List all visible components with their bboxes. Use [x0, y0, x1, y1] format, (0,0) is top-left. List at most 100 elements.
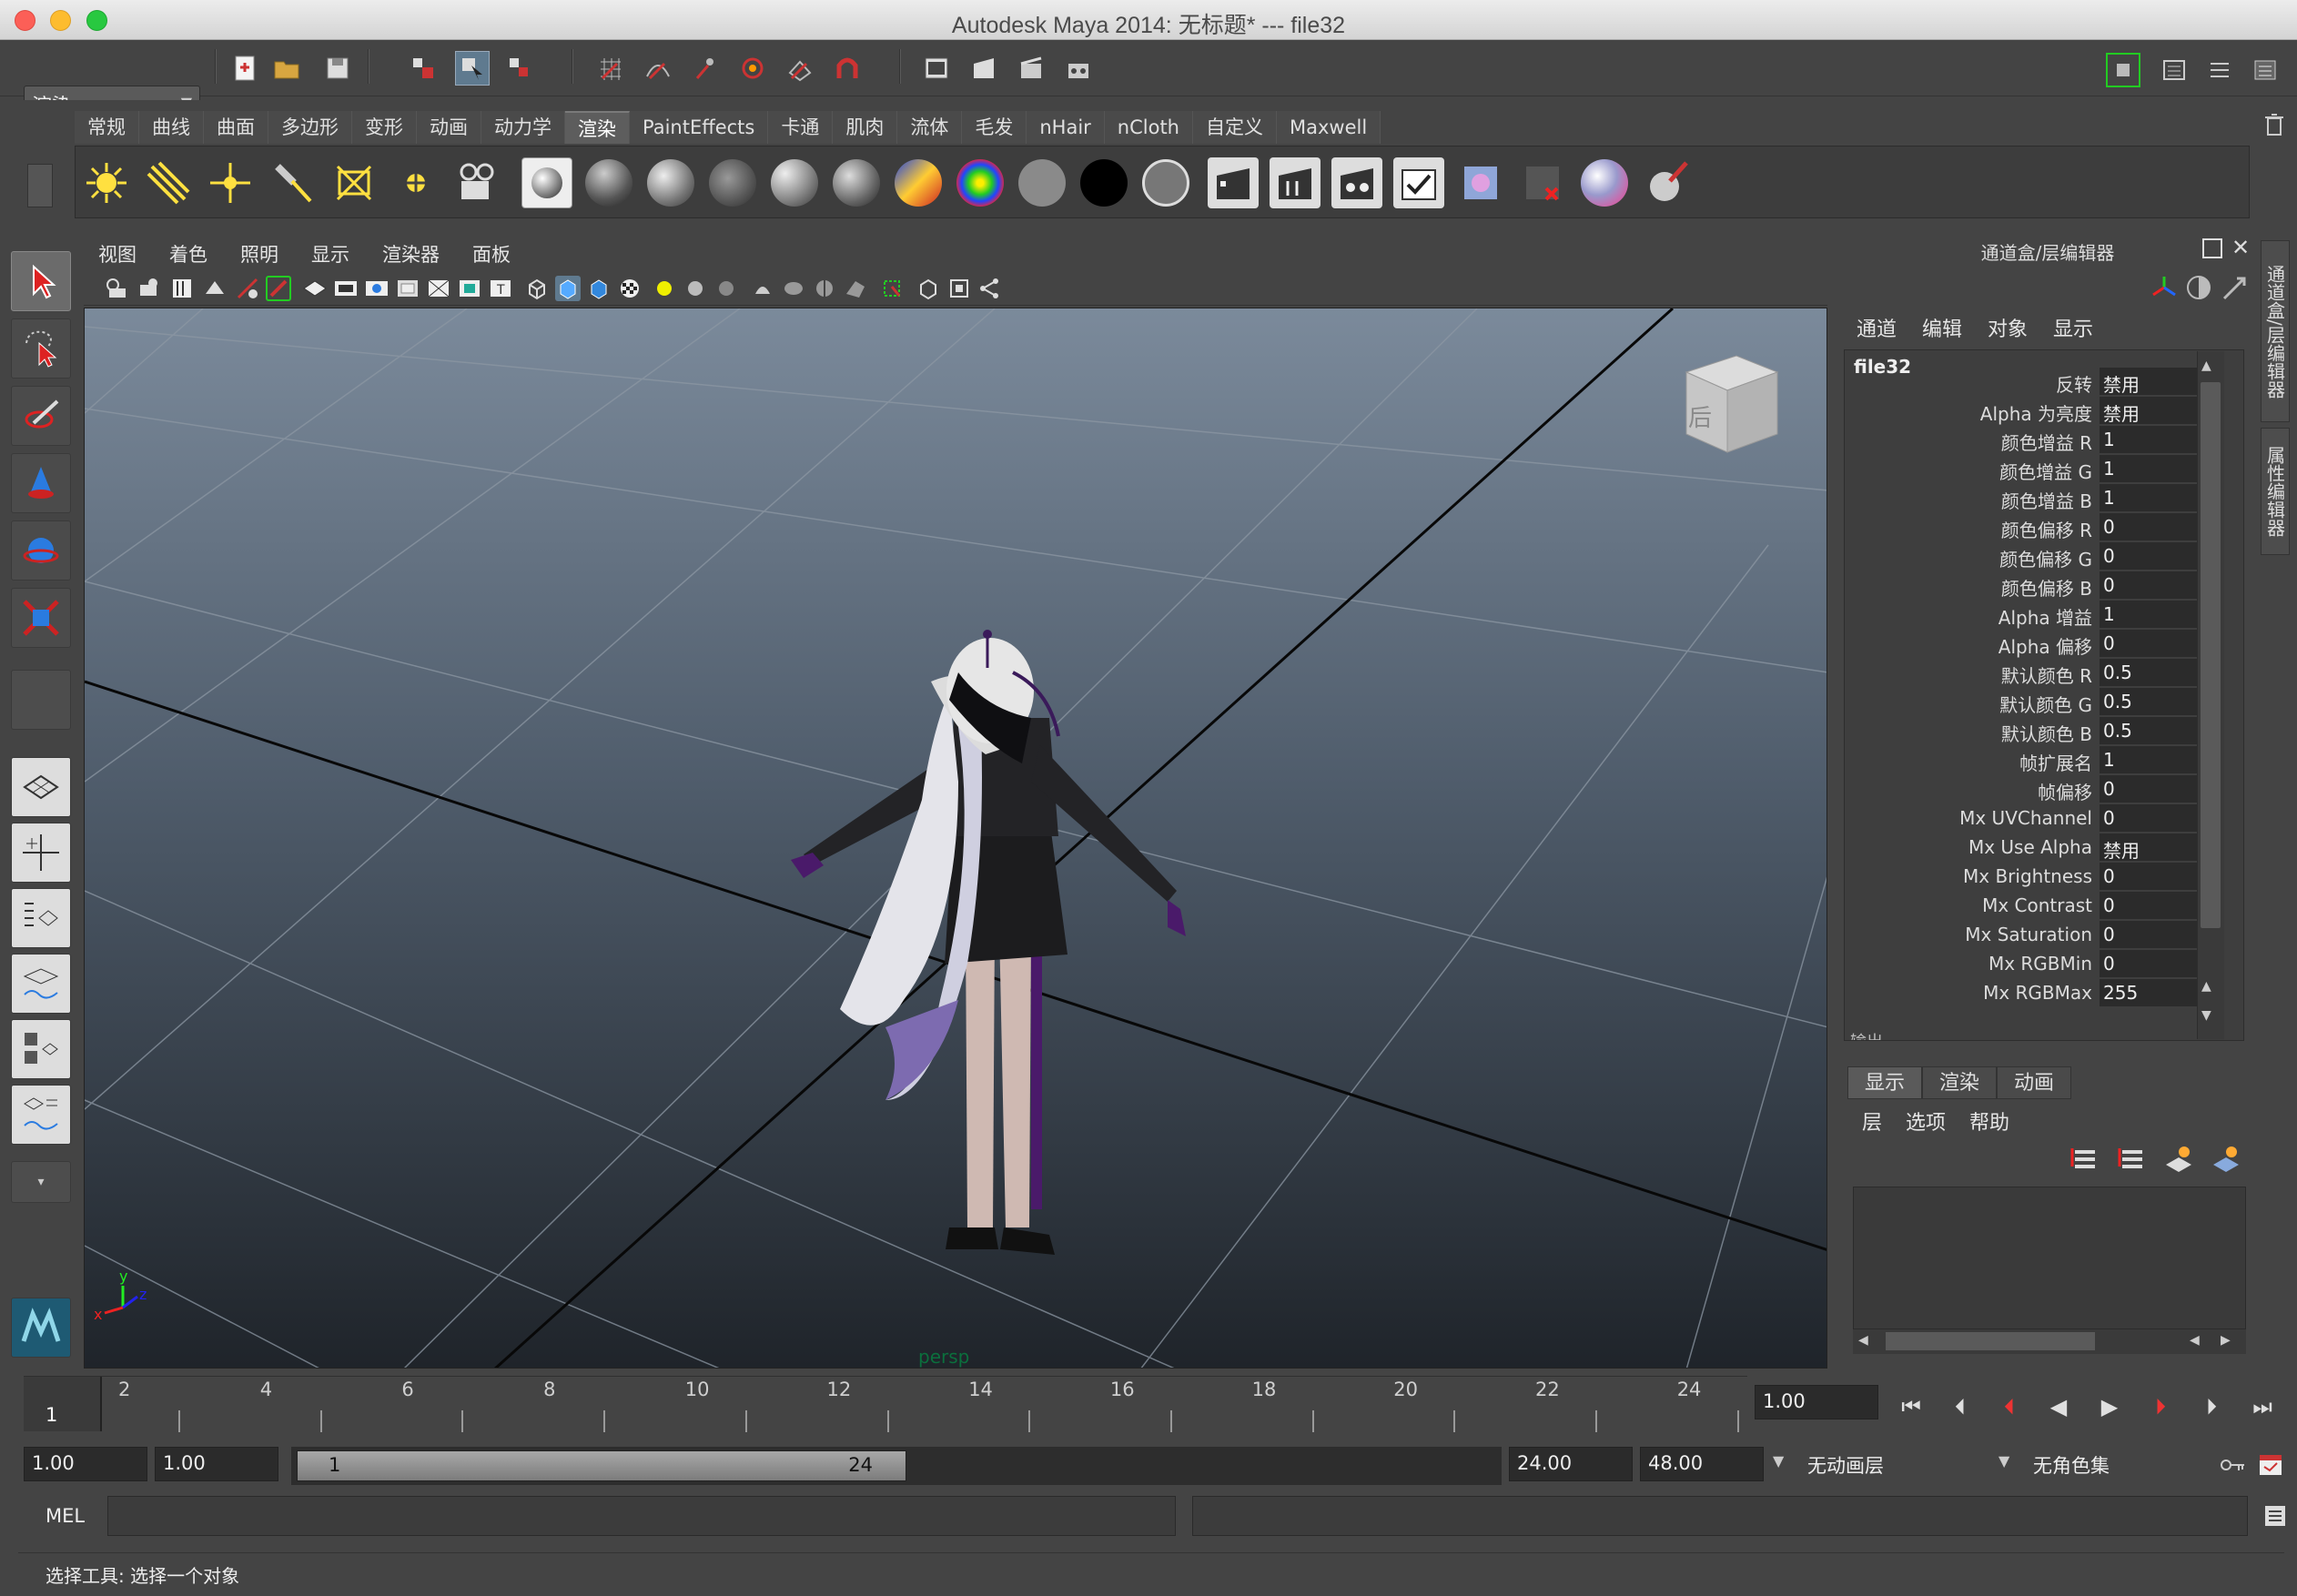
scroll-left-icon[interactable]: ◀ — [2190, 1333, 2200, 1348]
attribute-value-field[interactable]: 0 — [2100, 950, 2212, 977]
bookmarks-icon[interactable] — [169, 276, 195, 301]
render-settings-icon[interactable] — [1061, 51, 1096, 86]
layer-editor-menu-1[interactable]: 选项 — [1906, 1112, 1946, 1135]
delete-unused-nodes-icon[interactable] — [1517, 157, 1568, 208]
manipulator-icon[interactable] — [2150, 273, 2179, 302]
xray-icon[interactable] — [781, 276, 806, 301]
float-panel-icon[interactable] — [2202, 238, 2222, 258]
rotate-tool-icon[interactable] — [11, 520, 71, 581]
shelf-tab-5[interactable]: 动画 — [417, 111, 481, 144]
channel-box-attribute-row[interactable]: Alpha 增益 1 — [1845, 600, 2220, 629]
screen-space-ao-icon[interactable] — [713, 276, 739, 301]
scroll-down-icon[interactable]: ▼ — [2201, 1008, 2211, 1023]
hyperbolic-icon[interactable] — [2221, 273, 2250, 302]
blinn-material-icon[interactable] — [583, 157, 634, 208]
shelf-tab-3[interactable]: 多边形 — [268, 111, 352, 144]
channel-box-attribute-row[interactable]: 默认颜色 B 0.5 — [1845, 716, 2220, 745]
shelf-tab-11[interactable]: 流体 — [897, 111, 963, 144]
shelf-tab-6[interactable]: 动力学 — [481, 111, 565, 144]
open-scene-icon[interactable] — [269, 51, 304, 86]
trash-icon[interactable] — [2262, 111, 2286, 138]
surface-shader-icon[interactable] — [955, 157, 1006, 208]
shading-map-icon[interactable] — [1078, 157, 1129, 208]
gate-mask-icon[interactable] — [395, 276, 420, 301]
layer-editor-menu-2[interactable]: 帮助 — [1969, 1112, 2009, 1135]
move-layer-up-icon[interactable] — [2068, 1143, 2099, 1174]
scale-tool-icon[interactable] — [11, 588, 71, 648]
attribute-value-field[interactable]: 1 — [2100, 484, 2212, 511]
attribute-value-field[interactable]: 1 — [2100, 601, 2212, 628]
character-model[interactable] — [791, 630, 1186, 1255]
animation-start-field[interactable]: 1.00 — [24, 1447, 147, 1481]
attribute-value-field[interactable]: 禁用 — [2100, 833, 2212, 862]
ipr-render-icon[interactable] — [1014, 51, 1048, 86]
channel-box-scroll-thumb[interactable] — [2201, 382, 2221, 928]
paint-select-tool-icon[interactable] — [11, 386, 71, 446]
channel-box-attribute-row[interactable]: 反转 禁用 — [1845, 367, 2220, 396]
channel-box-attribute-row[interactable]: Mx Use Alpha 禁用 — [1845, 833, 2220, 862]
attribute-value-field[interactable]: 0.5 — [2100, 688, 2212, 715]
shelf-tab-14[interactable]: nCloth — [1104, 111, 1193, 144]
step-back-key-icon[interactable]: ⏴ — [1991, 1392, 2028, 1421]
channel-box-attribute-row[interactable]: 默认颜色 G 0.5 — [1845, 687, 2220, 716]
attribute-value-field[interactable]: 禁用 — [2100, 368, 2212, 396]
playback-end-field[interactable]: 24.00 — [1509, 1447, 1633, 1481]
batch-render-icon[interactable] — [1393, 157, 1444, 208]
persp-graph-outliner-layout-icon[interactable] — [11, 1085, 71, 1145]
shelf-tab-13[interactable]: nHair — [1027, 111, 1105, 144]
step-back-frame-icon[interactable]: ⏴ — [1942, 1392, 1978, 1421]
anisotropic-material-icon[interactable] — [831, 157, 882, 208]
channel-box-attribute-row[interactable]: 帧扩展名 1 — [1845, 745, 2220, 774]
channel-box-menu-1[interactable]: 编辑 — [1922, 318, 1962, 341]
attribute-value-field[interactable]: 0.5 — [2100, 717, 2212, 744]
channel-box-attribute-row[interactable]: 颜色增益 R 1 — [1845, 425, 2220, 454]
channel-box-attribute-row[interactable]: 颜色偏移 B 0 — [1845, 571, 2220, 600]
new-scene-icon[interactable] — [228, 51, 262, 86]
last-tool-slot[interactable] — [11, 670, 71, 730]
channel-box-attribute-row[interactable]: 帧偏移 0 — [1845, 774, 2220, 803]
snap-to-view-plane-icon[interactable] — [735, 51, 770, 86]
channel-box-menu-3[interactable]: 显示 — [2053, 318, 2093, 341]
resolution-gate-icon[interactable] — [364, 276, 390, 301]
shelf-tab-16[interactable]: Maxwell — [1277, 111, 1381, 144]
channel-box-attribute-row[interactable]: Mx UVChannel 0 — [1845, 803, 2220, 833]
layered-shader-icon[interactable] — [1140, 157, 1191, 208]
shadows-icon[interactable] — [683, 276, 708, 301]
animation-preferences-icon[interactable] — [2257, 1450, 2284, 1478]
viewport-menu-4[interactable]: 渲染器 — [382, 240, 440, 268]
channel-box-attribute-row[interactable]: 默认颜色 R 0.5 — [1845, 658, 2220, 687]
field-chart-icon[interactable] — [426, 276, 451, 301]
wireframe-icon[interactable] — [524, 276, 550, 301]
channel-box-attribute-row[interactable]: Mx RGBMin 0 — [1845, 949, 2220, 978]
attribute-value-field[interactable]: 禁用 — [2100, 397, 2212, 425]
maxwell-material-icon[interactable] — [1579, 157, 1630, 208]
attribute-editor-toggle-icon[interactable] — [2157, 53, 2191, 87]
attribute-value-field[interactable]: 0.5 — [2100, 659, 2212, 686]
lasso-tool-icon[interactable] — [11, 318, 71, 379]
smooth-shade-icon[interactable] — [555, 276, 581, 301]
channel-box-menu-2[interactable]: 对象 — [1988, 318, 2028, 341]
shelf-tab-4[interactable]: 变形 — [352, 111, 417, 144]
phong-material-icon[interactable] — [707, 157, 758, 208]
select-by-object-icon[interactable] — [455, 51, 490, 86]
safe-action-icon[interactable] — [457, 276, 482, 301]
layer-scroll-thumb[interactable] — [1886, 1332, 2095, 1350]
viewport-menu-1[interactable]: 着色 — [169, 240, 207, 268]
attribute-value-field[interactable]: 1 — [2100, 746, 2212, 773]
scroll-up-icon[interactable]: ▲ — [2201, 359, 2211, 373]
playback-start-field[interactable]: 1.00 — [155, 1447, 278, 1481]
channel-box[interactable]: file32 输出 反转禁用Alpha 为亮度禁用颜色增益 R1颜色增益 G1颜… — [1844, 349, 2244, 1041]
persp-graph-layout-icon[interactable] — [11, 954, 71, 1014]
move-layer-down-icon[interactable] — [2115, 1143, 2146, 1174]
side-tab-attribute-editor[interactable]: 属性编辑器 — [2261, 428, 2290, 555]
modeling-toolkit-icon[interactable] — [2106, 53, 2140, 87]
command-language-label[interactable]: MEL — [46, 1505, 85, 1527]
animation-end-field[interactable]: 48.00 — [1640, 1447, 1764, 1481]
channel-box-scrollbar[interactable]: ▲ ▲ ▼ — [2197, 351, 2224, 1039]
save-scene-icon[interactable] — [320, 51, 355, 86]
hypershade-icon[interactable] — [521, 157, 572, 208]
safe-title-icon[interactable]: T — [488, 276, 513, 301]
phong-e-material-icon[interactable] — [769, 157, 820, 208]
point-light-icon[interactable] — [205, 157, 256, 208]
attribute-value-field[interactable]: 0 — [2100, 571, 2212, 599]
